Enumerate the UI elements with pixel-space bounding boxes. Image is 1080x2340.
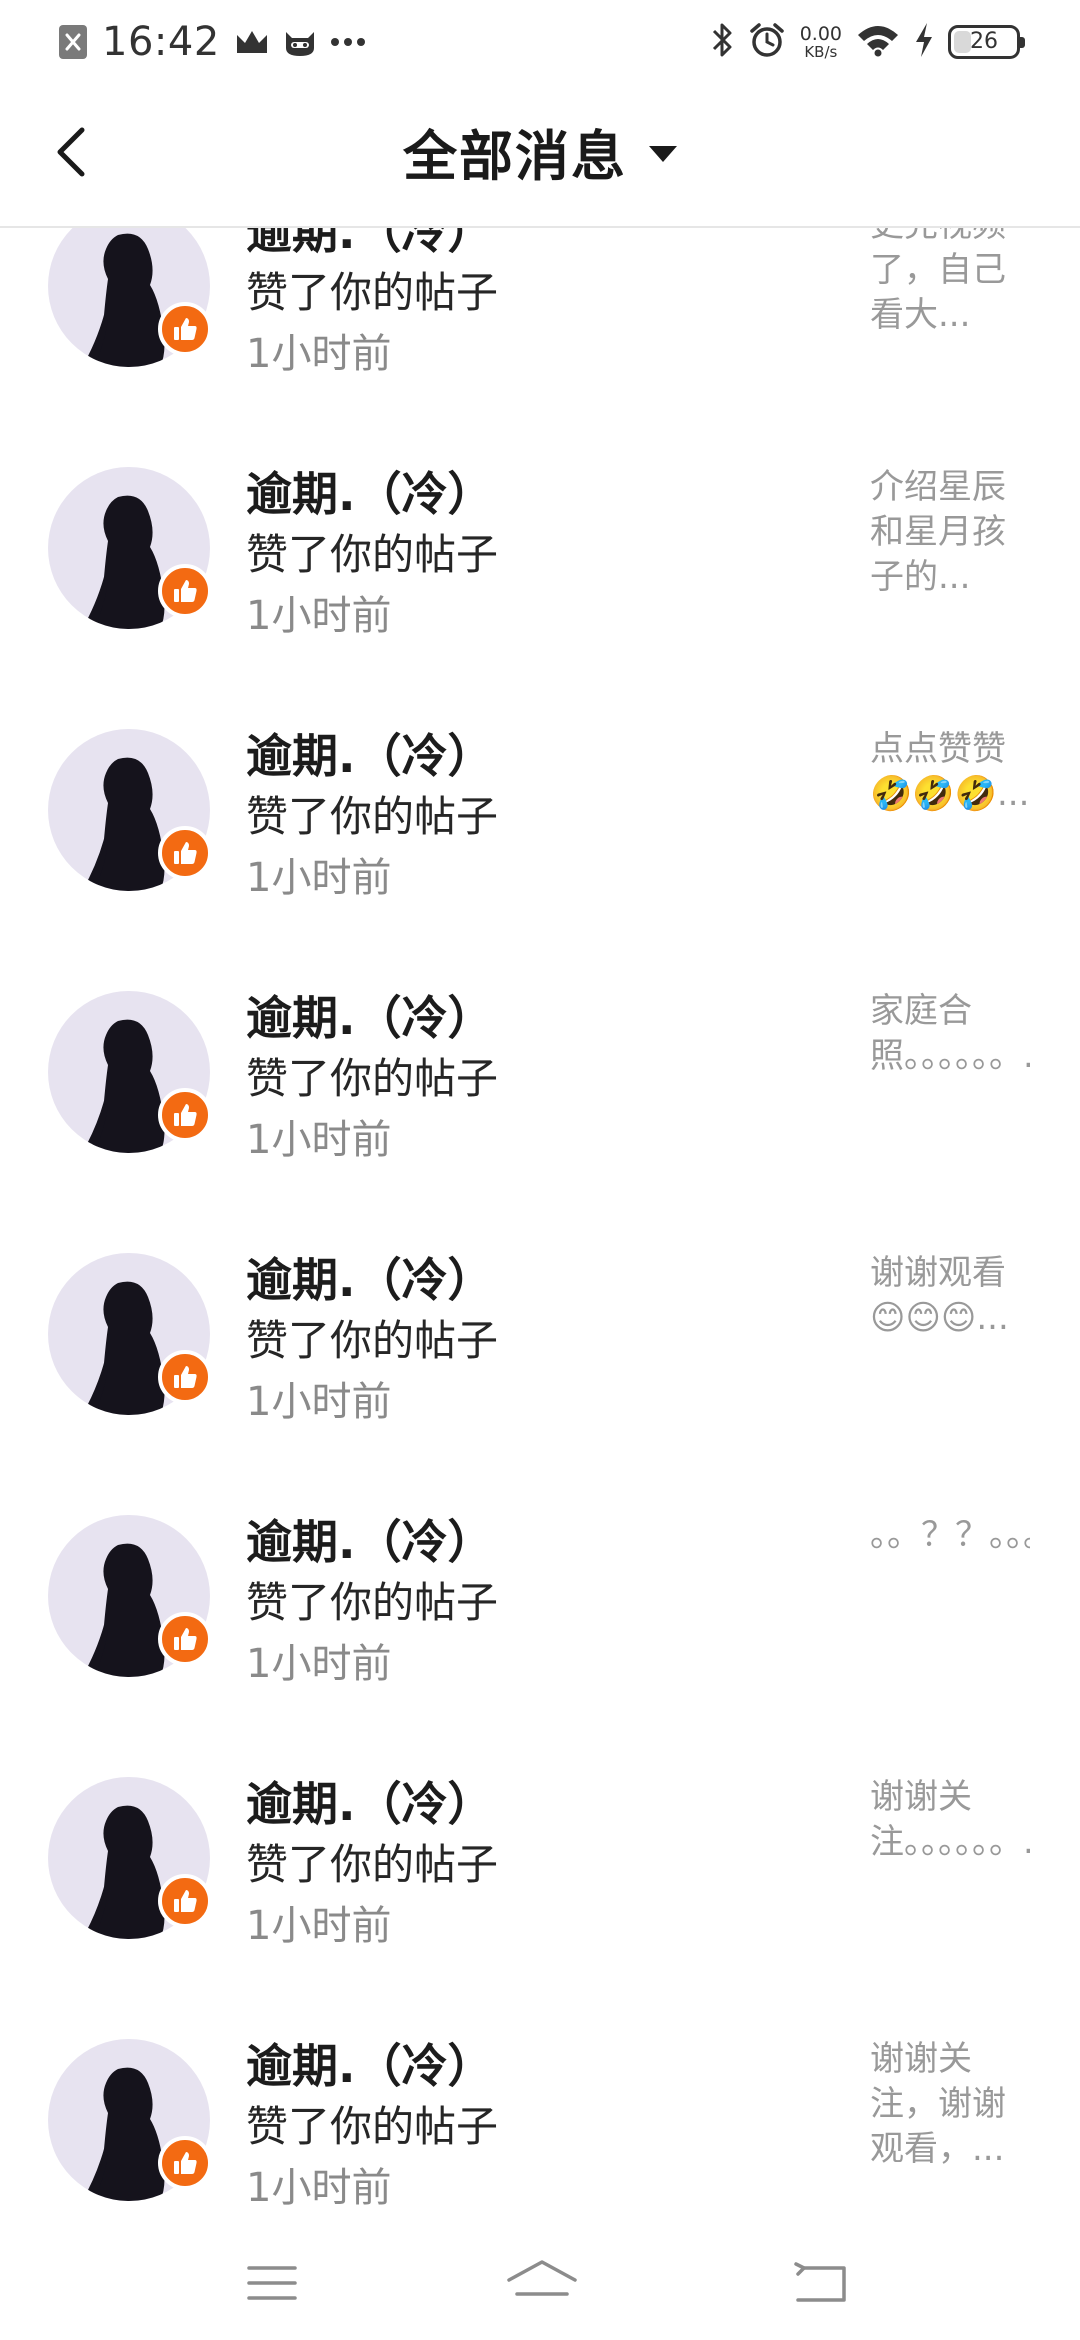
net-speed: 0.00 KB/s [799,22,842,61]
status-right: 0.00 KB/s 26 [710,16,1025,68]
menu-button[interactable] [230,2248,314,2318]
message-username[interactable]: 逾期.（冷） [246,463,493,525]
post-preview[interactable]: 谢谢观看😊😊😊... [870,1251,1030,1341]
page-title: 全部消息 [403,124,627,188]
like-badge [158,1874,212,1928]
message-time: 1小时前 [246,2165,392,2211]
message-username[interactable]: 逾期.（冷） [246,2035,493,2097]
charging-icon [914,22,934,62]
message-item[interactable]: 逾期.（冷） 赞了你的帖子 1小时前 。。？？。。。。。。... [0,1501,1080,1763]
message-action: 赞了你的帖子 [246,1840,499,1889]
thumbs-up-icon [174,842,197,864]
thumbs-up-icon [174,580,197,602]
post-preview[interactable]: 介绍星辰和星月孩子的... [870,465,1030,600]
title-dropdown[interactable]: 全部消息 [0,116,1080,188]
message-item[interactable]: 逾期.（冷） 赞了你的帖子 1小时前 谢谢观看😊😊😊... [0,1239,1080,1501]
message-time: 1小时前 [246,855,392,901]
message-username[interactable]: 逾期.（冷） [246,1511,493,1573]
message-time: 1小时前 [246,1903,392,1949]
post-preview[interactable]: 更完视频了，自己看大... [870,228,1030,338]
close-box-icon [58,24,88,60]
wifi-icon [856,23,900,61]
nav-bar [0,2230,1080,2340]
post-preview[interactable]: 谢谢关注。。。。。。... [870,1775,1030,1865]
battery-level: 26 [970,29,998,54]
message-username[interactable]: 逾期.（冷） [246,1249,493,1311]
thumbs-up-icon [174,2152,197,2174]
message-item[interactable]: 逾期.（冷） 赞了你的帖子 1小时前 谢谢关注。。。。。。... [0,1763,1080,2025]
like-badge [158,1088,212,1142]
alarm-icon [748,21,786,63]
message-action: 赞了你的帖子 [246,530,499,579]
message-username[interactable]: 逾期.（冷） [246,1773,493,1835]
message-item[interactable]: 逾期.（冷） 赞了你的帖子 1小时前 家庭合照。。。。。。... [0,977,1080,1239]
home-button[interactable] [500,2248,584,2318]
message-action: 赞了你的帖子 [246,268,499,317]
like-badge [158,1350,212,1404]
message-action: 赞了你的帖子 [246,792,499,841]
battery-fill [954,31,972,53]
more-dots-icon [330,37,366,47]
status-left: 16:42 [58,16,366,68]
message-time: 1小时前 [246,331,392,377]
header: 全部消息 [0,84,1080,228]
message-username[interactable]: 逾期.（冷） [246,987,493,1049]
post-preview[interactable]: 家庭合照。。。。。。... [870,989,1030,1079]
caret-down-icon [649,146,677,162]
message-item[interactable]: 逾期.（冷） 赞了你的帖子 1小时前 点点赞赞🤣🤣🤣... [0,715,1080,977]
message-action: 赞了你的帖子 [246,1054,499,1103]
message-list-inner: 逾期.（冷） 赞了你的帖子 1小时前 更完视频了，自己看大... 逾期.（冷） … [0,228,1080,2230]
thumbs-up-icon [174,1628,197,1650]
net-speed-unit: KB/s [804,42,838,61]
message-action: 赞了你的帖子 [246,1316,499,1365]
thumbs-up-icon [174,1890,197,1912]
thumbs-up-icon [174,1104,197,1126]
message-time: 1小时前 [246,593,392,639]
like-badge [158,564,212,618]
menu-icon [247,2266,297,2300]
cat-face-icon [282,26,318,58]
system-back-button[interactable] [780,2248,864,2318]
thumbs-up-icon [174,318,197,340]
message-item[interactable]: 逾期.（冷） 赞了你的帖子 1小时前 介绍星辰和星月孩子的... [0,453,1080,715]
like-badge [158,2136,212,2190]
thumbs-up-icon [174,1366,197,1388]
message-username[interactable]: 逾期.（冷） [246,725,493,787]
net-speed-value: 0.00 [799,22,842,45]
like-badge [158,1612,212,1666]
message-time: 1小时前 [246,1379,392,1425]
status-time: 16:42 [102,19,220,65]
message-time: 1小时前 [246,1117,392,1163]
message-action: 赞了你的帖子 [246,1578,499,1627]
bluetooth-icon [710,21,734,63]
message-item[interactable]: 逾期.（冷） 赞了你的帖子 1小时前 更完视频了，自己看大... [0,228,1080,453]
post-preview[interactable]: 。。？？。。。。。。... [870,1513,1030,1558]
battery-indicator: 26 [948,25,1025,59]
message-action: 赞了你的帖子 [246,2102,499,2151]
status-bar: 16:42 0.00 KB/s 26 [0,0,1080,84]
message-username[interactable]: 逾期.（冷） [246,228,493,263]
message-item[interactable]: 逾期.（冷） 赞了你的帖子 1小时前 谢谢关注，谢谢观看，... [0,2025,1080,2230]
message-time: 1小时前 [246,1641,392,1687]
crown-icon [234,27,270,57]
home-icon [507,2260,577,2296]
like-badge [158,302,212,356]
post-preview[interactable]: 点点赞赞🤣🤣🤣... [870,727,1030,817]
message-list[interactable]: 逾期.（冷） 赞了你的帖子 1小时前 更完视频了，自己看大... 逾期.（冷） … [0,228,1080,2230]
post-preview[interactable]: 谢谢关注，谢谢观看，... [870,2037,1030,2172]
back-arrow-icon [794,2262,846,2302]
like-badge [158,826,212,880]
